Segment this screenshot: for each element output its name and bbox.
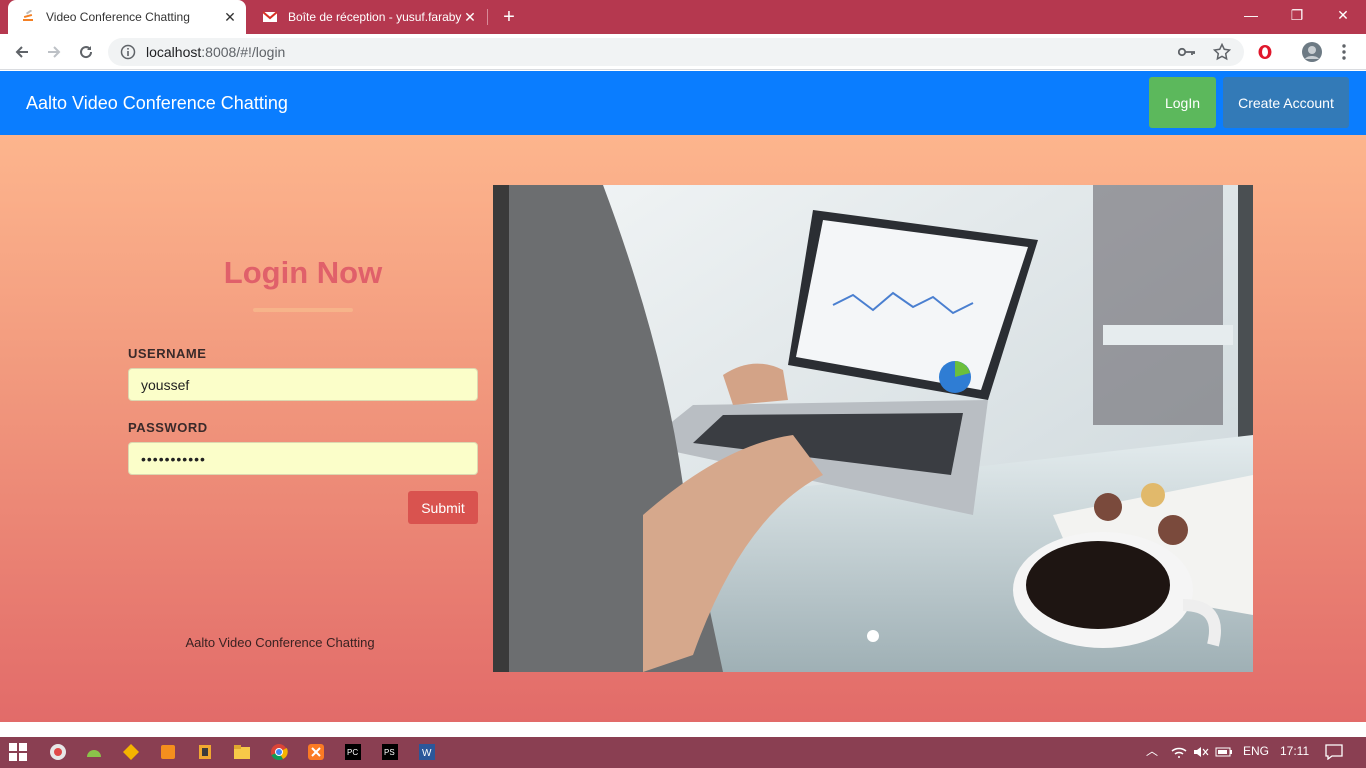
- volume-icon[interactable]: [1192, 741, 1210, 763]
- stack-favicon-icon: [20, 9, 36, 25]
- tab-title: Boîte de réception - yusuf.faraby: [288, 10, 462, 24]
- forward-icon[interactable]: [42, 40, 66, 64]
- tray-chevron-icon[interactable]: ︿: [1146, 742, 1158, 759]
- login-nav-button[interactable]: LogIn: [1149, 77, 1216, 128]
- heading-underline: [253, 308, 353, 312]
- address-bar[interactable]: localhost:8008/#!/login: [108, 38, 1244, 66]
- app-icon-1[interactable]: [47, 741, 69, 763]
- new-tab-button[interactable]: +: [498, 6, 520, 28]
- submit-button[interactable]: Submit: [408, 491, 478, 524]
- phpstorm-icon[interactable]: PS: [379, 741, 401, 763]
- key-icon[interactable]: [1177, 42, 1197, 62]
- sublime-icon[interactable]: [157, 741, 179, 763]
- tab-video-conference[interactable]: Video Conference Chatting ✕: [8, 0, 246, 34]
- reload-icon[interactable]: [74, 40, 98, 64]
- app-icon-5[interactable]: [194, 741, 216, 763]
- wifi-icon[interactable]: [1170, 741, 1188, 763]
- restore-icon[interactable]: ❐: [1274, 0, 1320, 30]
- star-icon[interactable]: [1212, 42, 1232, 62]
- windows-start-icon[interactable]: [7, 741, 29, 763]
- create-account-button[interactable]: Create Account: [1223, 77, 1349, 128]
- login-heading: Login Now: [223, 255, 383, 290]
- page-bottom-strip: [0, 722, 1366, 737]
- git-icon[interactable]: [120, 741, 142, 763]
- footer-caption: Aalto Video Conference Chatting: [185, 635, 375, 650]
- username-label: USERNAME: [128, 346, 207, 361]
- gmail-favicon-icon: [262, 9, 278, 25]
- browser-toolbar: localhost:8008/#!/login: [0, 34, 1366, 70]
- pycharm-icon[interactable]: PC: [342, 741, 364, 763]
- username-input[interactable]: youssef: [128, 368, 478, 401]
- battery-icon[interactable]: [1214, 741, 1234, 763]
- svg-text:W: W: [422, 748, 432, 759]
- minimize-icon[interactable]: —: [1228, 0, 1274, 30]
- app-navbar: Aalto Video Conference Chatting LogIn Cr…: [0, 71, 1366, 135]
- profile-avatar[interactable]: [1301, 41, 1323, 63]
- android-studio-icon[interactable]: [83, 741, 105, 763]
- tab-divider: [487, 9, 488, 25]
- info-icon[interactable]: [120, 44, 136, 60]
- close-tab-icon[interactable]: ✕: [462, 9, 478, 25]
- menu-dots-icon[interactable]: [1334, 42, 1354, 62]
- notifications-icon[interactable]: [1323, 741, 1345, 763]
- tab-title: Video Conference Chatting: [46, 10, 190, 24]
- back-icon[interactable]: [10, 40, 34, 64]
- carousel-image: [493, 185, 1253, 672]
- os-taskbar: PC PS W ︿ ENG 17:11: [0, 737, 1366, 768]
- main-content: Login Now USERNAME youssef PASSWORD ••••…: [0, 135, 1366, 722]
- chrome-icon[interactable]: [268, 741, 290, 763]
- language-indicator[interactable]: ENG: [1243, 744, 1269, 758]
- close-tab-icon[interactable]: ✕: [222, 9, 238, 25]
- word-icon[interactable]: W: [416, 741, 438, 763]
- xampp-icon[interactable]: [305, 741, 327, 763]
- browser-tabstrip: Video Conference Chatting ✕ Boîte de réc…: [0, 0, 1366, 34]
- file-explorer-icon[interactable]: [231, 741, 253, 763]
- clock[interactable]: 17:11: [1280, 744, 1309, 758]
- password-label: PASSWORD: [128, 420, 208, 435]
- carousel-indicator-dot[interactable]: [867, 630, 879, 642]
- svg-text:PC: PC: [347, 748, 358, 757]
- opera-extension-icon[interactable]: [1255, 42, 1275, 62]
- window-close-icon[interactable]: ✕: [1320, 0, 1366, 30]
- svg-text:PS: PS: [384, 748, 395, 757]
- url-text: localhost:8008/#!/login: [146, 44, 286, 60]
- tab-inbox[interactable]: Boîte de réception - yusuf.faraby ✕: [250, 0, 486, 34]
- password-input[interactable]: •••••••••••: [128, 442, 478, 475]
- brand-title[interactable]: Aalto Video Conference Chatting: [26, 93, 288, 114]
- laptop-photo-illustration: [493, 185, 1253, 672]
